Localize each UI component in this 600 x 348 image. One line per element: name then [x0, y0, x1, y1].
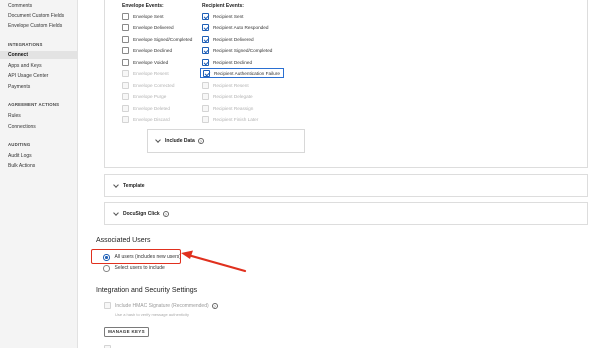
- checkbox[interactable]: [122, 35, 129, 43]
- include-data-accordion[interactable]: Include Data ?: [147, 129, 305, 153]
- recipient-event-delegate: Recipient Delegate: [202, 92, 253, 100]
- checkbox: [202, 104, 209, 112]
- sidebar-item-audit-logs[interactable]: Audit Logs: [8, 153, 32, 159]
- include-data-label: Include Data: [165, 138, 195, 144]
- checkbox: [122, 69, 129, 77]
- recipient-event-finish-later: Recipient Finish Later: [202, 115, 258, 123]
- template-accordion[interactable]: Template: [104, 174, 588, 197]
- settings-sidebar: Comments Document Custom Fields Envelope…: [0, 0, 78, 348]
- recipient-event-sent[interactable]: Recipient Sent: [202, 12, 244, 20]
- envelope-events-heading: Envelope Events:: [122, 3, 164, 9]
- recipient-event-auto-responded[interactable]: Recipient Auto Responded: [202, 23, 269, 31]
- checkbox: [202, 81, 209, 89]
- checkbox-checked[interactable]: [202, 58, 209, 66]
- recipient-event-signed-completed[interactable]: Recipient Signed/Completed: [202, 46, 272, 54]
- recipient-event-declined[interactable]: Recipient Declined: [202, 58, 252, 66]
- envelope-event-corrected: Envelope Corrected: [122, 81, 174, 89]
- checkbox-checked[interactable]: [202, 23, 209, 31]
- radio-select-users[interactable]: Select users to include: [103, 265, 165, 272]
- sidebar-item-comments[interactable]: Comments: [8, 3, 32, 9]
- question-circle-icon[interactable]: ?: [211, 302, 218, 309]
- checkbox-checked[interactable]: [203, 69, 210, 77]
- recipient-event-delivered[interactable]: Recipient Delivered: [202, 35, 254, 43]
- sidebar-item-rules[interactable]: Rules: [8, 113, 21, 119]
- sidebar-item-connections[interactable]: Connections: [8, 124, 36, 130]
- annotation-highlight-box: [91, 249, 181, 264]
- sidebar-item-envelope-custom-fields[interactable]: Envelope Custom Fields: [8, 23, 62, 29]
- envelope-event-delivered[interactable]: Envelope Delivered: [122, 23, 174, 31]
- envelope-event-declined[interactable]: Envelope Declined: [122, 46, 172, 54]
- envelope-event-deleted: Envelope Deleted: [122, 104, 170, 112]
- manage-keys-button[interactable]: MANAGE KEYS: [104, 327, 149, 337]
- envelope-event-signed-completed[interactable]: Envelope Signed/Completed: [122, 35, 192, 43]
- envelope-event-resent: Envelope Resent: [122, 69, 169, 77]
- sidebar-item-api-usage-center[interactable]: API Usage Center: [8, 73, 48, 79]
- hmac-signature-option: Include HMAC Signature (Recommended) ?: [104, 302, 218, 309]
- sidebar-item-apps-and-keys[interactable]: Apps and Keys: [8, 63, 42, 69]
- sidebar-heading-auditing: AUDITING: [8, 142, 31, 147]
- recipient-event-resent: Recipient Resent: [202, 81, 249, 89]
- question-circle-icon[interactable]: ?: [197, 138, 204, 144]
- recipient-events-heading: Recipient Events:: [202, 3, 244, 9]
- checkbox[interactable]: [122, 46, 129, 54]
- checkbox[interactable]: [122, 23, 129, 31]
- checkbox-checked[interactable]: [202, 46, 209, 54]
- chevron-down-icon: [113, 209, 119, 216]
- checkbox: [202, 115, 209, 123]
- docusign-click-accordion[interactable]: DocuSign Click ?: [104, 202, 588, 225]
- sidebar-item-document-custom-fields[interactable]: Document Custom Fields: [8, 13, 64, 19]
- docusign-click-label: DocuSign Click: [123, 210, 160, 217]
- sidebar-item-connect[interactable]: Connect: [8, 52, 28, 58]
- checkbox-checked[interactable]: [202, 12, 209, 20]
- envelope-event-voided[interactable]: Envelope Voided: [122, 58, 168, 66]
- checkbox: [104, 302, 111, 309]
- recipient-event-authentication-failure[interactable]: Recipient Authentication Failure: [200, 68, 284, 78]
- sidebar-heading-agreement-actions: AGREEMENT ACTIONS: [8, 102, 60, 107]
- associated-users-heading: Associated Users: [96, 237, 151, 244]
- checkbox[interactable]: [122, 58, 129, 66]
- red-arrow-icon: [181, 250, 247, 273]
- checkbox-checked[interactable]: [202, 35, 209, 43]
- sidebar-heading-integrations: INTEGRATIONS: [8, 42, 43, 47]
- hmac-hint-text: Use a hash to verify message authenticit…: [115, 312, 190, 317]
- main-content: Envelope Events: Recipient Events: Envel…: [79, 0, 600, 348]
- question-circle-icon[interactable]: ?: [162, 210, 169, 217]
- checkbox: [202, 92, 209, 100]
- checkbox: [122, 115, 129, 123]
- checkbox: [122, 92, 129, 100]
- chevron-down-icon: [155, 137, 161, 143]
- checkbox[interactable]: [122, 12, 129, 20]
- security-settings-heading: Integration and Security Settings: [96, 287, 198, 294]
- recipient-event-reassign: Recipient Reassign: [202, 104, 253, 112]
- envelope-event-sent[interactable]: Envelope Sent: [122, 12, 164, 20]
- envelope-event-purge: Envelope Purge: [122, 92, 166, 100]
- sidebar-item-payments[interactable]: Payments: [8, 84, 30, 90]
- trigger-events-panel: Envelope Events: Recipient Events: Envel…: [104, 0, 588, 168]
- checkbox: [122, 81, 129, 89]
- chevron-down-icon: [113, 181, 119, 188]
- sidebar-item-bulk-actions[interactable]: Bulk Actions: [8, 163, 35, 169]
- envelope-event-discard: Envelope Discard: [122, 115, 170, 123]
- radio-button[interactable]: [103, 265, 110, 272]
- template-label: Template: [123, 182, 145, 189]
- checkbox: [122, 104, 129, 112]
